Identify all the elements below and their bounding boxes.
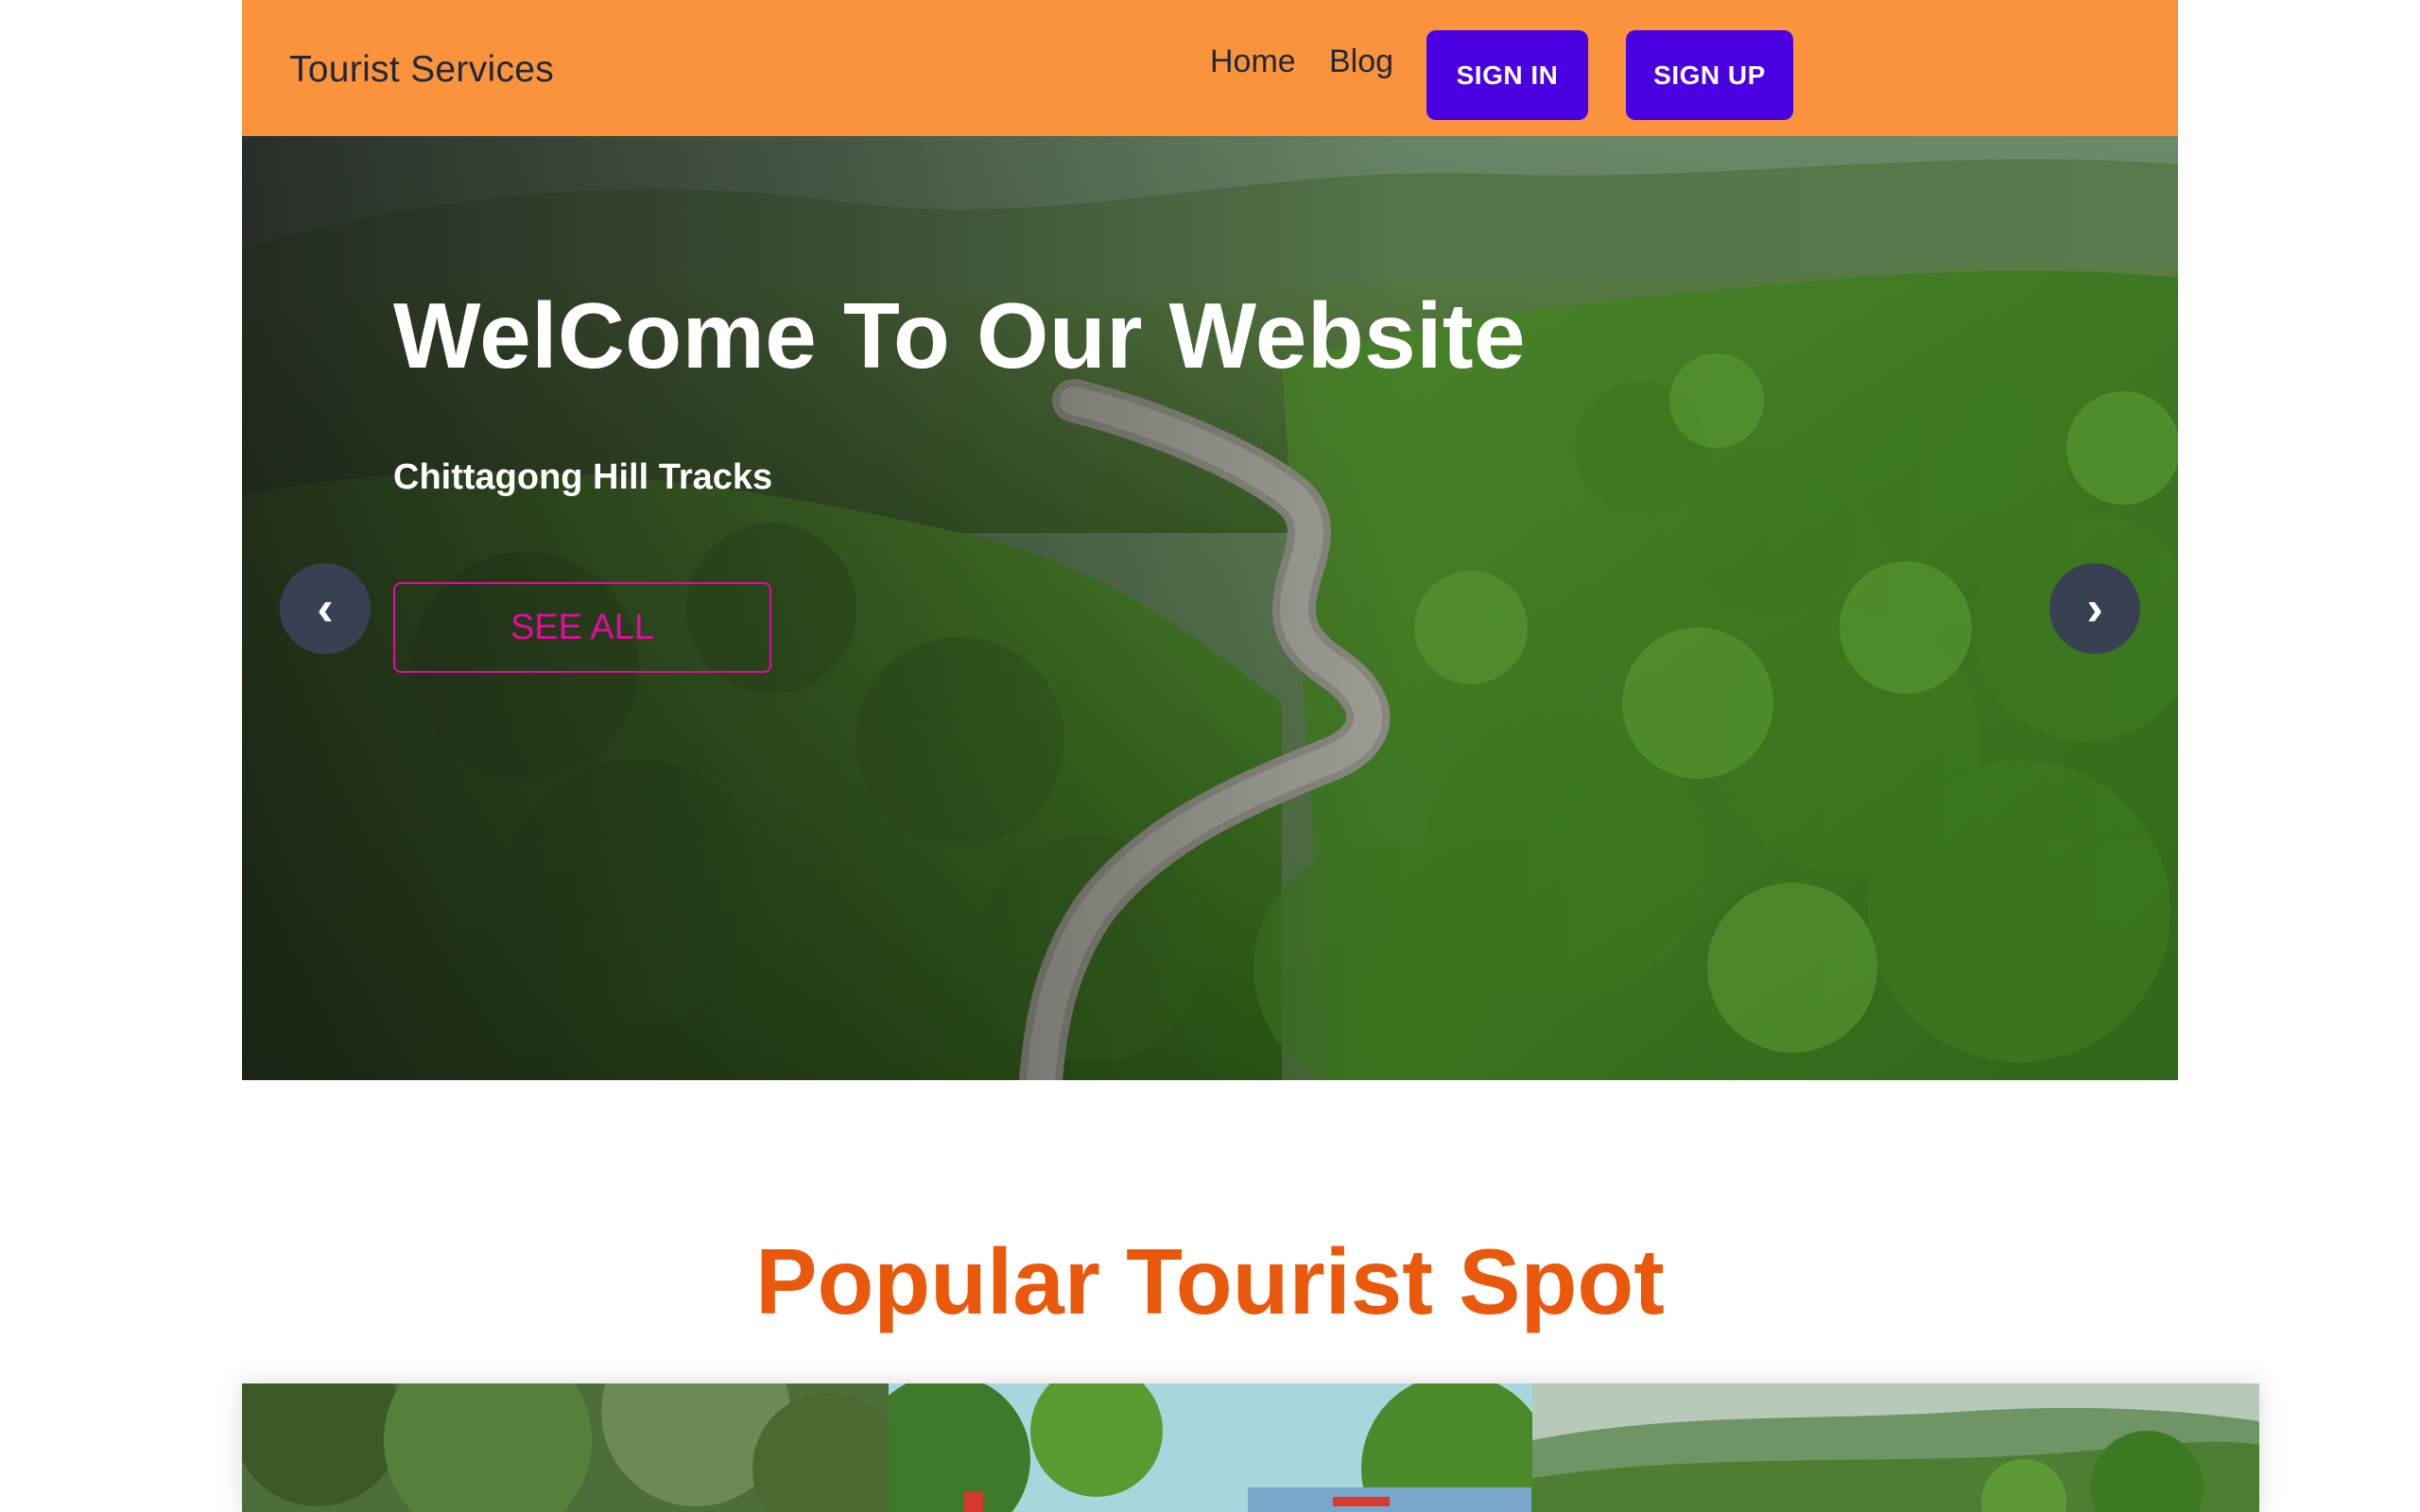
chevron-right-icon: › bbox=[2086, 581, 2103, 636]
spot-image bbox=[1532, 1383, 2259, 1512]
spot-card[interactable] bbox=[242, 1383, 889, 1512]
carousel-prev-button[interactable]: ‹ bbox=[280, 563, 371, 654]
navbar: Tourist Services Home Blog SIGN IN SIGN … bbox=[242, 0, 2178, 136]
spot-cards bbox=[242, 1383, 2259, 1512]
spot-image bbox=[242, 1383, 889, 1512]
chevron-left-icon: ‹ bbox=[317, 581, 334, 636]
page: Tourist Services Home Blog SIGN IN SIGN … bbox=[0, 0, 2420, 1512]
hero-title: WelCome To Our Website bbox=[393, 284, 1527, 387]
nav-link-home[interactable]: Home bbox=[1210, 43, 1296, 80]
spot-image bbox=[889, 1383, 1532, 1512]
carousel-next-button[interactable]: › bbox=[2049, 563, 2140, 654]
sign-up-button[interactable]: SIGN UP bbox=[1626, 30, 1793, 120]
brand-logo[interactable]: Tourist Services bbox=[289, 49, 554, 91]
sign-in-button[interactable]: SIGN IN bbox=[1426, 30, 1588, 120]
hero-carousel: WelCome To Our Website Chittagong Hill T… bbox=[242, 136, 2178, 1080]
spot-card[interactable] bbox=[889, 1383, 1532, 1512]
nav-link-blog[interactable]: Blog bbox=[1329, 43, 1393, 80]
see-all-button[interactable]: SEE ALL bbox=[393, 582, 771, 673]
popular-section-title: Popular Tourist Spot bbox=[755, 1229, 1665, 1333]
spot-card[interactable] bbox=[1532, 1383, 2259, 1512]
hero-subtitle: Chittagong Hill Tracks bbox=[393, 457, 773, 497]
